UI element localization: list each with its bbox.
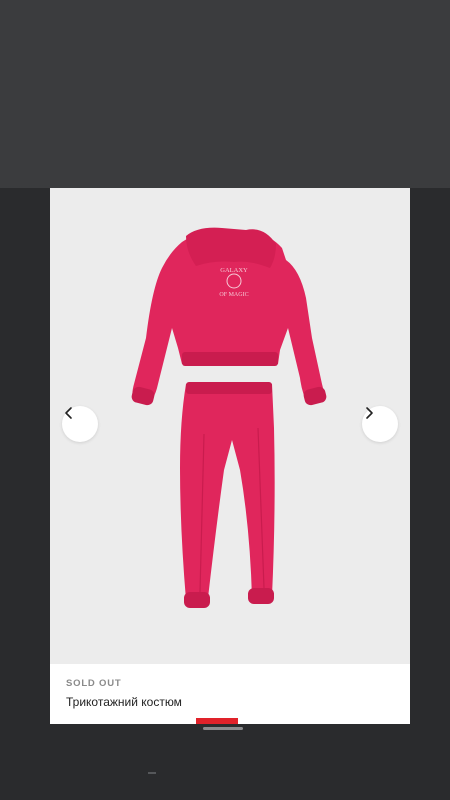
right-backdrop (410, 188, 450, 724)
home-indicator[interactable] (203, 727, 243, 730)
top-band (0, 0, 450, 188)
pants-left-cuff (184, 592, 210, 608)
pants-waistband (186, 382, 272, 394)
bottom-speck (148, 772, 156, 774)
chevron-left-icon (65, 407, 72, 419)
gallery-next-button[interactable] (362, 406, 398, 442)
gallery-prev-button[interactable] (62, 406, 98, 442)
left-backdrop (0, 188, 50, 724)
product-card[interactable]: GALAXY OF MAGIC SOLD OUT Трикотажний кос… (50, 188, 410, 724)
screen: GALAXY OF MAGIC SOLD OUT Трикотажний кос… (0, 0, 450, 800)
product-info: SOLD OUT Трикотажний костюм (50, 664, 410, 724)
hoodie-print-line1: GALAXY (220, 267, 248, 274)
stock-status: SOLD OUT (66, 678, 122, 689)
pants-right-cuff (248, 588, 274, 604)
hoodie-print-line2: OF MAGIC (219, 292, 248, 298)
bottom-band (0, 724, 450, 800)
product-photo[interactable]: GALAXY OF MAGIC (50, 188, 410, 664)
product-title[interactable]: Трикотажний костюм (66, 695, 182, 709)
chevron-right-icon (366, 407, 373, 419)
tracksuit-illustration: GALAXY OF MAGIC (131, 227, 327, 608)
hoodie-hem (182, 352, 278, 366)
